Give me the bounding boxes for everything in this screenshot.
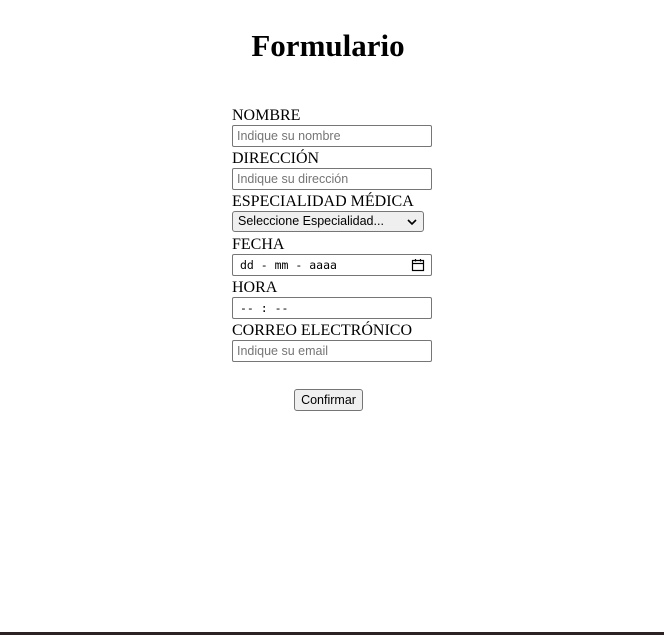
nombre-placeholder: Indique su nombre xyxy=(237,129,341,143)
hora-value: -- : -- xyxy=(240,301,289,315)
confirm-button[interactable]: Confirmar xyxy=(294,389,363,411)
direccion-placeholder: Indique su dirección xyxy=(237,172,349,186)
direccion-input[interactable]: Indique su dirección xyxy=(232,168,432,190)
fecha-input[interactable]: dd - mm - aaaa xyxy=(232,254,432,276)
correo-input[interactable]: Indique su email xyxy=(232,340,432,362)
correo-placeholder: Indique su email xyxy=(237,344,329,358)
nombre-label: NOMBRE xyxy=(232,107,301,124)
especialidad-label: ESPECIALIDAD MÉDICA xyxy=(232,193,414,210)
appointment-form: NOMBRE Indique su nombre DIRECCIÓN Indiq… xyxy=(232,107,442,365)
chevron-down-icon xyxy=(407,219,417,226)
direccion-label: DIRECCIÓN xyxy=(232,150,320,167)
hora-label: HORA xyxy=(232,279,278,296)
hora-input[interactable]: -- : -- xyxy=(232,297,432,319)
nombre-input[interactable]: Indique su nombre xyxy=(232,125,432,147)
fecha-value: dd - mm - aaaa xyxy=(240,258,337,272)
calendar-icon[interactable] xyxy=(411,258,425,272)
fecha-label: FECHA xyxy=(232,236,285,253)
correo-label: CORREO ELECTRÓNICO xyxy=(232,322,412,339)
page-title: Formulario xyxy=(251,28,405,63)
especialidad-select[interactable]: Seleccione Especialidad... xyxy=(232,211,424,232)
especialidad-selected-value: Seleccione Especialidad... xyxy=(238,214,384,228)
